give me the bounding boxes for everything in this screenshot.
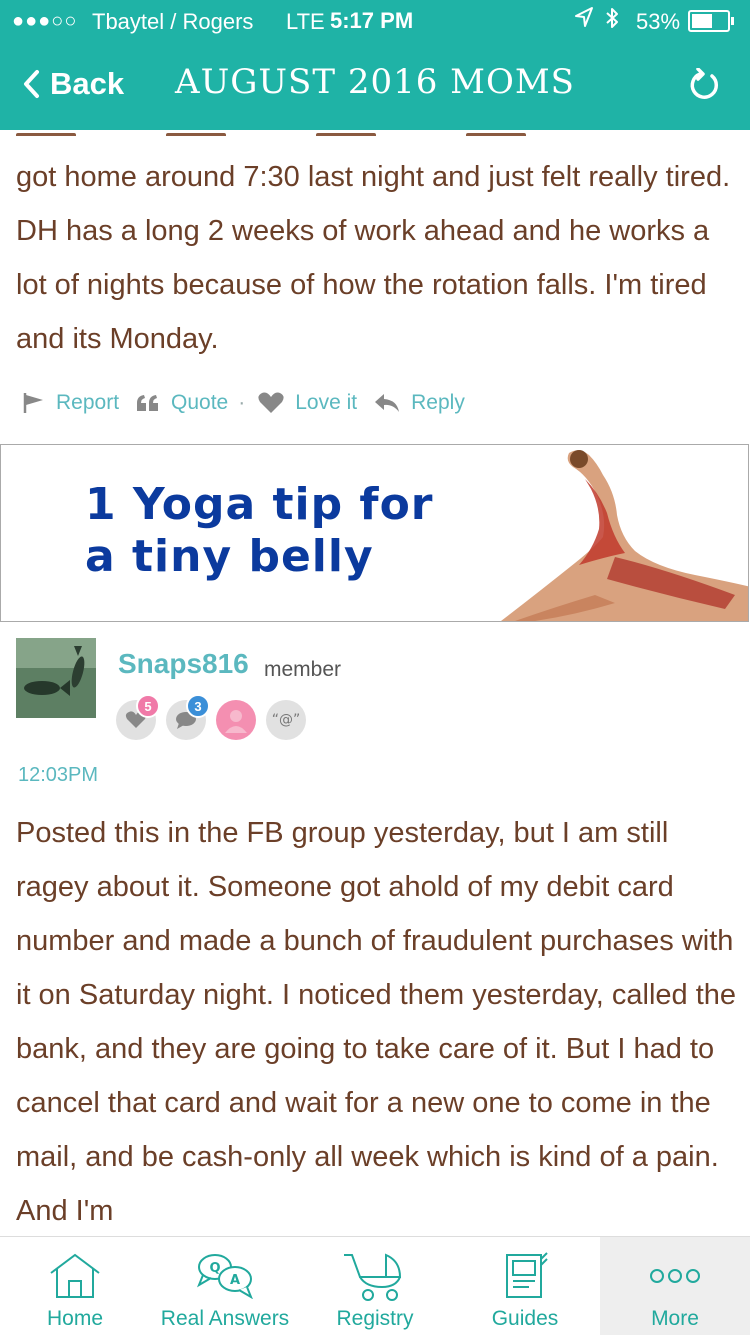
action-separator: · bbox=[238, 391, 246, 414]
quote-button[interactable]: Quote bbox=[135, 391, 228, 415]
signal-strength: ●●●○○ bbox=[12, 10, 78, 32]
reply-arrow-icon bbox=[375, 394, 400, 412]
comment-timestamp: 12:03PM bbox=[18, 764, 99, 786]
quote-label: Quote bbox=[171, 391, 229, 414]
flag-icon bbox=[23, 393, 43, 413]
tab-home[interactable]: Home bbox=[0, 1237, 150, 1335]
ad-line-2: a tiny belly bbox=[85, 531, 374, 582]
battery-icon bbox=[688, 10, 734, 32]
location-arrow-icon bbox=[574, 6, 594, 34]
member-role: member bbox=[264, 658, 342, 681]
thread-content[interactable]: got home around 7:30 last night and just… bbox=[0, 130, 750, 1236]
yoga-figure-image bbox=[501, 450, 748, 621]
love-it-button[interactable]: Love it bbox=[257, 391, 357, 415]
tab-real-answers-label: Real Answers bbox=[160, 1307, 290, 1330]
heart-badge[interactable]: 5 bbox=[116, 694, 160, 740]
comment-text: Posted this in the FB group yesterday, b… bbox=[16, 817, 737, 1227]
previous-post-text: got home around 7:30 last night and just… bbox=[16, 161, 731, 355]
tab-guides[interactable]: Guides bbox=[450, 1237, 600, 1335]
qa-bubbles-icon: QA bbox=[196, 1254, 253, 1299]
fish-avatar-image bbox=[16, 638, 96, 718]
ad-headline: 1 Yoga tip for a tiny belly bbox=[85, 479, 434, 583]
tab-guides-label: Guides bbox=[491, 1307, 559, 1330]
status-bar: ●●●○○ Tbaytel / Rogers LTE 5:17 PM 53% bbox=[0, 0, 750, 40]
tab-home-label: Home bbox=[46, 1307, 104, 1330]
carrier-name: Tbaytel / Rogers bbox=[92, 9, 254, 34]
yoga-ad-banner[interactable]: 1 Yoga tip for a tiny belly bbox=[0, 444, 749, 622]
love-it-label: Love it bbox=[295, 391, 358, 414]
stroller-icon bbox=[344, 1253, 402, 1301]
chevron-left-icon bbox=[24, 70, 39, 98]
mention-badge[interactable]: “@” bbox=[266, 700, 306, 740]
back-label: Back bbox=[50, 66, 125, 101]
refresh-icon[interactable] bbox=[688, 67, 722, 102]
comment-username[interactable]: Snaps816 bbox=[118, 648, 249, 680]
post-actions: Report Quote · Love it Reply bbox=[22, 388, 481, 418]
network-type: LTE bbox=[286, 9, 325, 34]
svg-text:Q: Q bbox=[209, 1261, 220, 1276]
chat-badge-count: 3 bbox=[186, 694, 210, 718]
reply-label: Reply bbox=[411, 391, 465, 414]
report-label: Report bbox=[56, 391, 120, 414]
tab-registry[interactable]: Registry bbox=[300, 1237, 450, 1335]
bottom-tab-bar: Home QA Real Answers Registry Guides Mor… bbox=[0, 1236, 750, 1335]
person-icon bbox=[225, 710, 247, 733]
quote-icon bbox=[137, 395, 159, 411]
bluetooth-icon bbox=[604, 6, 620, 36]
guide-book-icon bbox=[506, 1252, 548, 1298]
home-icon bbox=[50, 1253, 100, 1298]
clipped-text-line bbox=[16, 130, 706, 136]
tab-registry-label: Registry bbox=[336, 1307, 414, 1330]
battery-percent: 53% bbox=[636, 9, 681, 34]
top-bar: ●●●○○ Tbaytel / Rogers LTE 5:17 PM 53% B… bbox=[0, 0, 750, 130]
svg-text:A: A bbox=[230, 1273, 240, 1288]
tab-more[interactable]: More bbox=[600, 1237, 750, 1335]
ad-line-1: 1 Yoga tip for bbox=[85, 479, 434, 530]
person-badge[interactable] bbox=[216, 700, 256, 740]
chat-badge[interactable]: 3 bbox=[166, 694, 210, 740]
user-badges: 5 3 “@” bbox=[116, 694, 316, 740]
page-title: AUGUST 2016 MOMS bbox=[175, 62, 575, 102]
heart-badge-count: 5 bbox=[136, 694, 160, 718]
tab-more-label: More bbox=[651, 1307, 699, 1330]
more-dots-icon bbox=[650, 1269, 700, 1283]
tab-real-answers[interactable]: QA Real Answers bbox=[150, 1237, 300, 1335]
avatar[interactable] bbox=[16, 638, 96, 718]
reply-button[interactable]: Reply bbox=[373, 391, 465, 415]
heart-icon bbox=[258, 392, 284, 413]
mention-icon: “@” bbox=[271, 712, 301, 728]
status-time: 5:17 PM bbox=[330, 8, 414, 33]
report-button[interactable]: Report bbox=[22, 391, 119, 415]
back-button[interactable]: Back bbox=[22, 62, 124, 106]
